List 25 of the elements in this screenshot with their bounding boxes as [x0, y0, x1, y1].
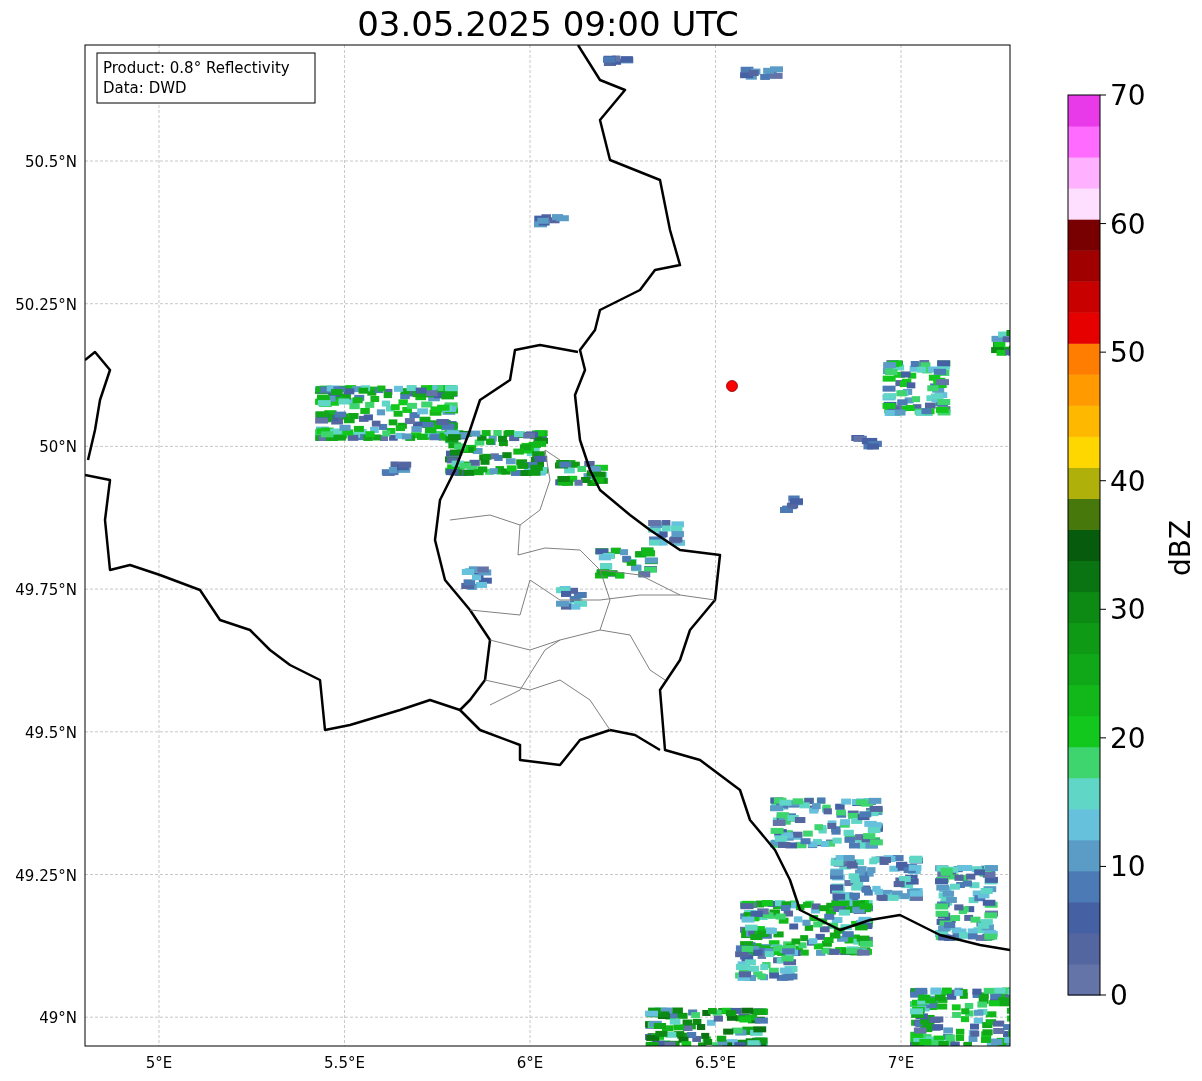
colorbar-tick-label: 60 — [1110, 207, 1146, 241]
legend-text: Data: DWD — [103, 79, 187, 97]
colorbar-tick-label: 20 — [1110, 721, 1146, 755]
radar-site-marker — [726, 380, 738, 392]
x-tick-label: 5°E — [145, 1054, 173, 1072]
y-tick-label: 49°N — [39, 1009, 77, 1028]
colorbar-tick-label: 70 — [1110, 79, 1146, 112]
colorbar-tick-label: 30 — [1110, 593, 1146, 627]
x-tick-label: 5.5°E — [324, 1054, 365, 1072]
colorbar-label: dBZ — [1164, 519, 1197, 577]
x-tick-label: 6.5°E — [695, 1054, 736, 1072]
y-tick-label: 49.75°N — [15, 581, 77, 600]
chart-title: 03.05.2025 09:00 UTC — [357, 4, 739, 44]
y-tick-label: 49.5°N — [24, 723, 77, 742]
y-tick-label: 50°N — [39, 438, 77, 457]
colorbar-tick-label: 40 — [1110, 464, 1146, 498]
x-tick-label: 6°E — [516, 1054, 544, 1072]
y-tick-label: 50.5°N — [24, 153, 77, 171]
colorbar-tick-label: 0 — [1110, 979, 1128, 1012]
colorbar-tick-label: 50 — [1110, 336, 1146, 370]
colorbar-tick-label: 10 — [1110, 850, 1146, 884]
y-tick-label: 49.25°N — [15, 866, 77, 885]
y-tick-label: 50.25°N — [15, 295, 77, 314]
legend-text: Product: 0.8° Reflectivity — [103, 59, 290, 77]
x-tick-label: 7°E — [887, 1054, 915, 1072]
